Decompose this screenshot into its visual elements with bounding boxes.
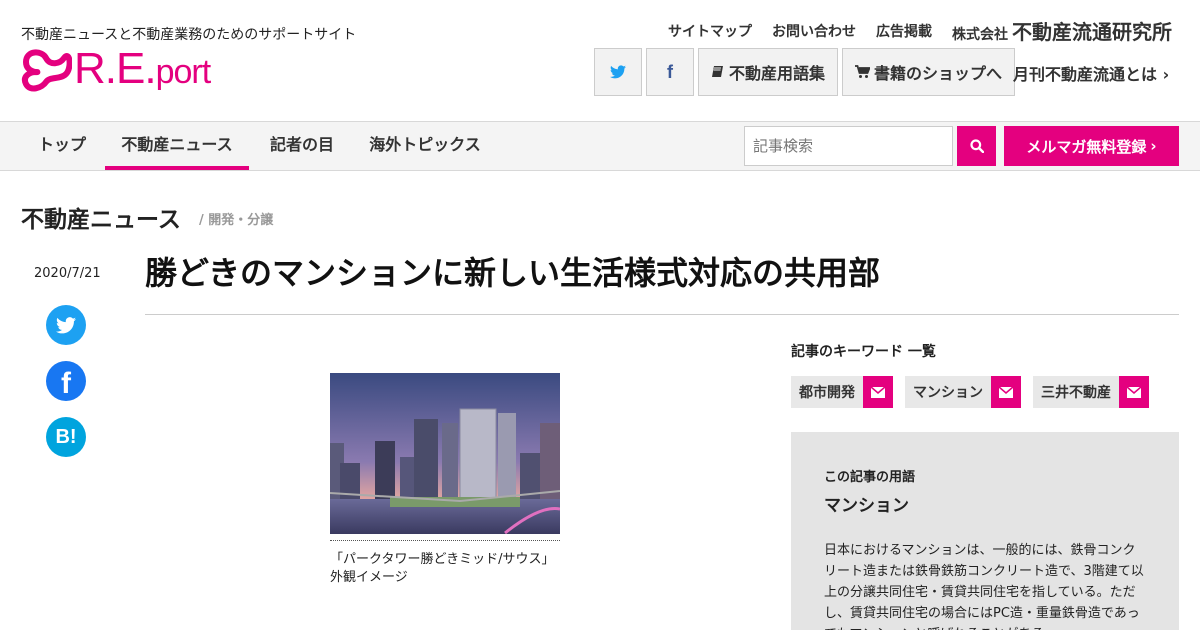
contact-link[interactable]: お問い合わせ xyxy=(772,21,856,41)
facebook-icon: f xyxy=(667,61,673,82)
nav-item-news[interactable]: 不動産ニュース xyxy=(105,122,249,170)
building-render-image xyxy=(330,373,560,534)
site-logo[interactable]: R.E.port xyxy=(20,44,230,98)
logo-mark-icon xyxy=(22,49,72,92)
site-header: 不動産ニュースと不動産業務のためのサポートサイト R.E.port サイトマップ… xyxy=(0,0,1200,122)
caption-divider xyxy=(330,540,560,541)
article-title: 勝どきのマンションに新しい生活様式対応の共用部 xyxy=(145,254,881,292)
keyword-tag[interactable]: 都市開発 xyxy=(791,376,893,408)
chevron-right-icon: › xyxy=(1150,137,1157,155)
hatena-bookmark-icon: B! xyxy=(55,425,77,448)
facebook-button[interactable]: f xyxy=(646,48,694,96)
share-facebook-button[interactable]: f xyxy=(46,361,86,401)
glossary-button[interactable]: 不動産用語集 xyxy=(698,48,839,96)
chevron-right-icon: › xyxy=(1162,65,1170,84)
site-tagline: 不動産ニュースと不動産業務のためのサポートサイト xyxy=(21,27,357,43)
facebook-icon: f xyxy=(61,367,71,400)
sitemap-link[interactable]: サイトマップ xyxy=(668,21,752,41)
article-photo[interactable] xyxy=(330,373,560,534)
article-date: 2020/7/21 xyxy=(34,266,101,281)
newsletter-signup-button[interactable]: メルマガ無料登録 › xyxy=(1004,126,1179,166)
advertise-link[interactable]: 広告掲載 xyxy=(876,21,932,41)
keyword-tag[interactable]: 三井不動産 xyxy=(1033,376,1149,408)
cart-icon xyxy=(855,65,871,78)
keywords-title: 記事のキーワード 一覧 xyxy=(791,344,936,360)
envelope-icon[interactable] xyxy=(1119,376,1149,408)
main-nav: トップ 不動産ニュース 記者の目 海外トピックス メルマガ無料登録 › xyxy=(0,121,1200,171)
twitter-icon xyxy=(56,316,76,333)
twitter-icon xyxy=(610,65,626,79)
nav-item-top[interactable]: トップ xyxy=(21,122,103,170)
nav-item-overseas[interactable]: 海外トピックス xyxy=(355,122,495,170)
share-twitter-button[interactable] xyxy=(46,305,86,345)
nav-item-reporter[interactable]: 記者の目 xyxy=(252,122,352,170)
corp-logo[interactable]: 株式会社 不動産流通研究所 xyxy=(952,16,1172,45)
header-buttons: f 不動産用語集 書籍のショップへ xyxy=(594,48,1016,96)
search-icon xyxy=(969,139,984,153)
photo-caption: 「パークタワー勝どきミッド/サウス」 外観イメージ xyxy=(330,552,555,585)
keyword-tag[interactable]: マンション xyxy=(905,376,1021,408)
keyword-list: 都市開発 マンション 三井不動産 xyxy=(791,376,1149,408)
glossary-description: 日本におけるマンションは、一般的には、鉄骨コンクリート造または鉄骨鉄筋コンクリー… xyxy=(824,543,1144,630)
search-button[interactable] xyxy=(957,126,996,166)
glossary-term[interactable]: マンション xyxy=(824,491,1147,516)
section-category[interactable]: / 開発・分譲 xyxy=(199,209,273,228)
envelope-icon[interactable] xyxy=(991,376,1021,408)
about-magazine-link[interactable]: 月刊不動産流通とは › xyxy=(1013,61,1169,85)
section-title: 不動産ニュース xyxy=(21,207,181,233)
share-hatena-button[interactable]: B! xyxy=(46,417,86,457)
twitter-button[interactable] xyxy=(594,48,642,96)
glossary-label: この記事の用語 xyxy=(824,470,916,485)
book-shop-button[interactable]: 書籍のショップへ xyxy=(842,48,1016,96)
top-links: サイトマップ お問い合わせ 広告掲載 株式会社 不動産流通研究所 xyxy=(668,16,1172,45)
search-input[interactable] xyxy=(744,126,953,166)
book-icon xyxy=(712,66,723,77)
title-divider xyxy=(145,314,1179,315)
logo-wordmark: R.E.port xyxy=(74,44,211,93)
envelope-icon[interactable] xyxy=(863,376,893,408)
glossary-box: この記事の用語 マンション 日本におけるマンションは、一般的には、鉄骨コンクリー… xyxy=(791,432,1179,630)
